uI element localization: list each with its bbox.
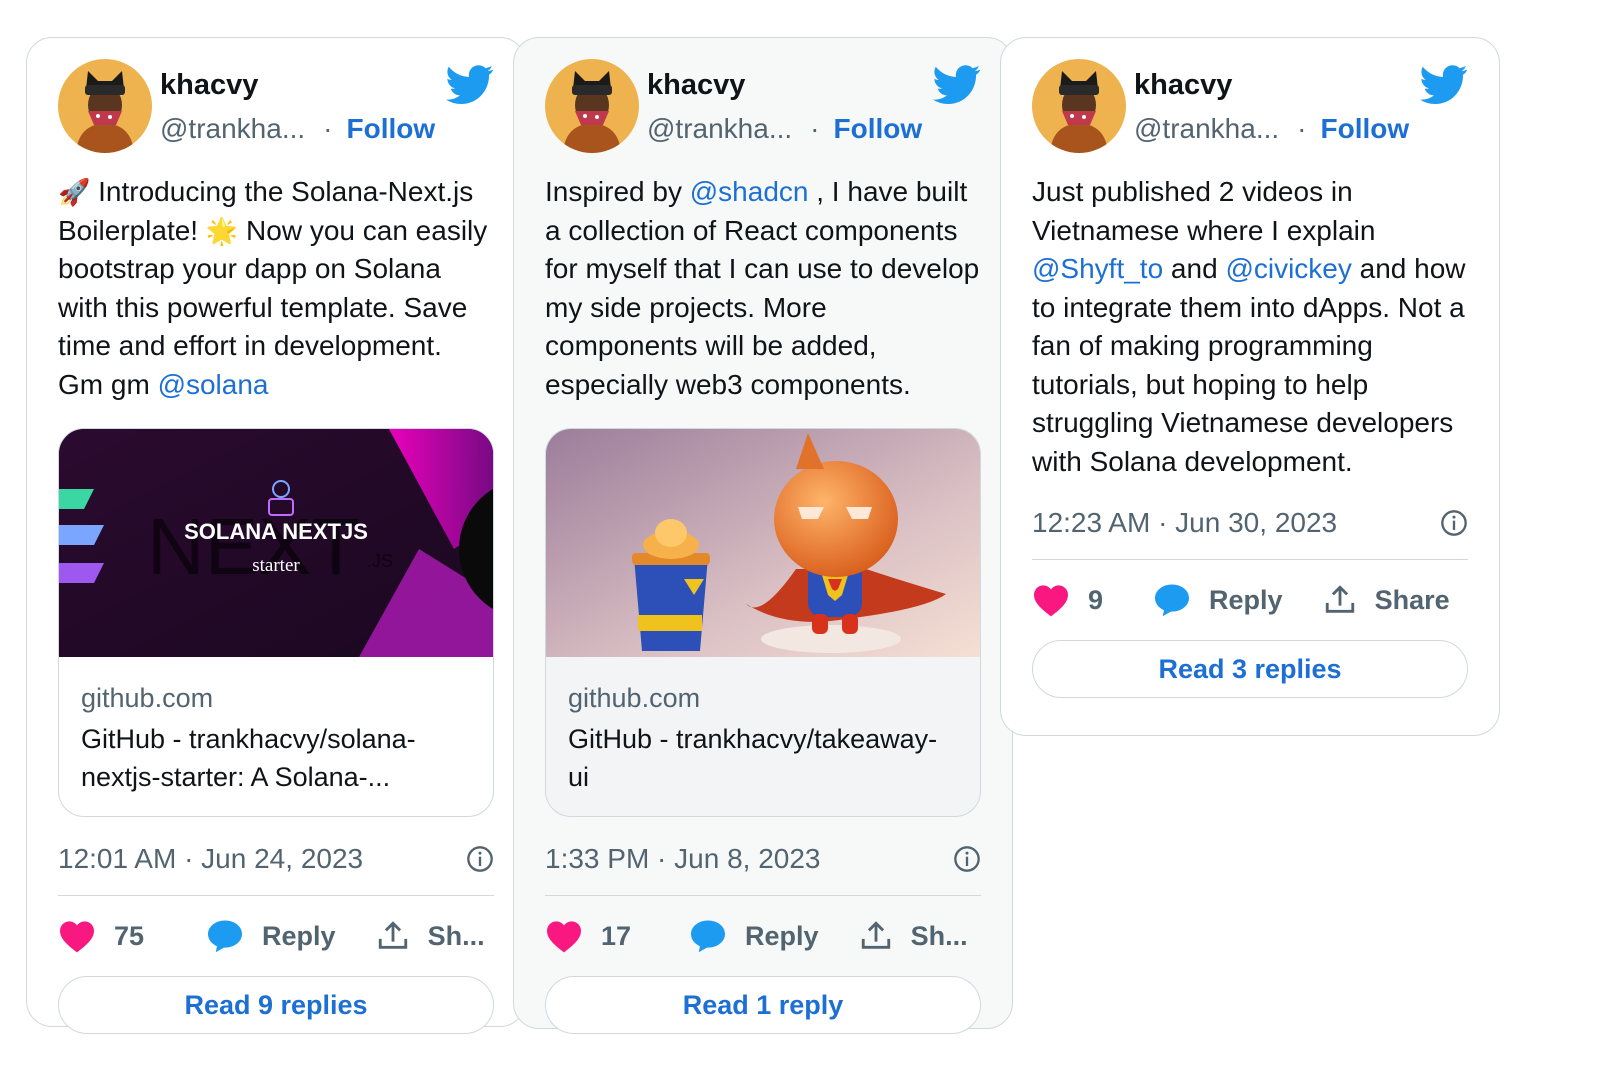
link-preview-body: github.com GitHub - trankhacvy/takeaway-… [546,657,980,816]
info-icon[interactable] [466,845,494,873]
like-button[interactable]: 75 [58,919,144,953]
twitter-bird-icon[interactable] [1420,65,1468,105]
mention-link[interactable]: @shadcn [690,176,809,207]
link-preview-image[interactable]: NEXT SOLANA NEXTJS starter .JS [59,429,493,657]
reply-label: Reply [1209,584,1283,615]
tweet-actions: 9 Reply Share [1032,560,1468,640]
tweet-card-3: khacvy @trankha... · Follow Just published… [1000,37,1500,736]
tweet-meta: 12:01 AM · Jun 24, 2023 [58,843,494,896]
timestamp[interactable]: 12:23 AM · Jun 30, 2023 [1032,507,1337,539]
follow-button[interactable]: Follow [833,113,922,144]
image-subtitle: starter [252,555,300,576]
heart-icon [60,921,94,953]
reply-bubble-icon [208,920,243,953]
reply-label: Reply [745,920,819,951]
tweet-text-part: and how to integrate them into dApps. No… [1032,253,1466,477]
info-icon[interactable] [953,845,981,873]
mention-link[interactable]: @solana [158,369,269,400]
link-title[interactable]: GitHub - trankhacvy/solana-nextjs-starte… [81,720,471,796]
like-button[interactable]: 9 [1032,583,1103,617]
tweet-meta: 12:23 AM · Jun 30, 2023 [1032,507,1468,560]
rocket-emoji: 🚀 [58,177,91,207]
separator-dot: · [1297,113,1307,144]
image-title: SOLANA NEXTJS [184,519,368,544]
tweet-actions: 17 Reply Sh... [545,896,981,976]
link-preview-body: github.com GitHub - trankhacvy/solana-ne… [59,657,493,816]
follow-button[interactable]: Follow [1320,113,1409,144]
tweet-text: Inspired by @shadcn , I have built a col… [545,173,981,404]
reply-bubble-icon [1155,584,1190,617]
tweet-actions: 75 Reply Sh... [58,896,494,976]
like-count: 75 [114,920,145,951]
share-icon [1325,585,1354,613]
image-js-text: .JS [367,551,394,571]
tweet-text-part: Just published 2 videos in Vietnamese wh… [1032,176,1376,246]
mention-link[interactable]: @Shyft_to [1032,253,1163,284]
share-label: Share [1374,584,1450,615]
tweet-header: khacvy @trankha... · Follow [58,59,494,155]
reply-bubble-icon [691,920,726,953]
tweet-text: 🚀 Introducing the Solana-Next.js Boilerp… [58,173,494,404]
tweet-text-part: Inspired by [545,176,690,207]
timestamp[interactable]: 1:33 PM · Jun 8, 2023 [545,843,821,875]
avatar[interactable] [545,59,639,153]
separator-dot: · [810,113,820,144]
like-button[interactable]: 17 [545,919,631,953]
mention-link[interactable]: @civickey [1225,253,1351,284]
separator-dot: · [323,113,333,144]
handle-row: @trankha... · Follow [160,113,435,145]
tweet-text: Just published 2 videos in Vietnamese wh… [1032,173,1468,481]
svg-text:NEXT: NEXT [147,502,360,591]
follow-button[interactable]: Follow [346,113,435,144]
share-icon [861,921,890,949]
heart-icon [1034,585,1068,617]
link-preview-image[interactable] [546,429,980,657]
tweet-meta: 1:33 PM · Jun 8, 2023 [545,843,981,896]
display-name[interactable]: khacvy [647,69,745,102]
share-button[interactable]: Sh... [859,919,968,953]
link-preview-card[interactable]: NEXT SOLANA NEXTJS starter .JS github.co… [58,428,494,817]
handle-row: @trankha... · Follow [1134,113,1409,145]
display-name[interactable]: khacvy [160,69,258,102]
link-title[interactable]: GitHub - trankhacvy/takeaway-ui [568,720,958,796]
info-icon[interactable] [1440,509,1468,537]
reply-button[interactable]: Reply [1153,583,1283,617]
share-icon [378,921,407,949]
reply-label: Reply [262,920,336,951]
share-button[interactable]: Sh... [376,919,485,953]
like-count: 17 [601,920,632,951]
tweet-text-part: , I have built a collection of React com… [545,176,980,400]
read-replies-button[interactable]: Read 3 replies [1032,640,1468,698]
heart-icon [547,921,581,953]
tweet-card-2: khacvy @trankha... · Follow Inspired by @s… [513,37,1013,1034]
link-domain: github.com [568,683,701,713]
display-name[interactable]: khacvy [1134,69,1232,102]
share-label: Sh... [427,920,485,951]
handle-row: @trankha... · Follow [647,113,922,145]
tweet-card-1: khacvy @trankha... · Follow 🚀 Introducing … [26,37,526,1034]
link-preview-card[interactable]: github.com GitHub - trankhacvy/takeaway-… [545,428,981,817]
handle[interactable]: @trankha... [647,113,792,144]
twitter-bird-icon[interactable] [933,65,981,105]
like-count: 9 [1088,584,1104,615]
link-domain: github.com [81,683,214,713]
handle[interactable]: @trankha... [160,113,305,144]
twitter-bird-icon[interactable] [446,65,494,105]
star-emoji: 🌟 [205,215,239,246]
reply-button[interactable]: Reply [689,919,819,953]
share-button[interactable]: Share [1323,583,1450,617]
tweet-text-part: and [1163,253,1226,284]
read-replies-button[interactable]: Read 1 reply [545,976,981,1034]
avatar[interactable] [58,59,152,153]
share-label: Sh... [910,920,968,951]
handle[interactable]: @trankha... [1134,113,1279,144]
reply-button[interactable]: Reply [206,919,336,953]
timestamp[interactable]: 12:01 AM · Jun 24, 2023 [58,843,363,875]
avatar[interactable] [1032,59,1126,153]
read-replies-button[interactable]: Read 9 replies [58,976,494,1034]
tweet-header: khacvy @trankha... · Follow [1032,59,1468,155]
tweet-header: khacvy @trankha... · Follow [545,59,981,155]
